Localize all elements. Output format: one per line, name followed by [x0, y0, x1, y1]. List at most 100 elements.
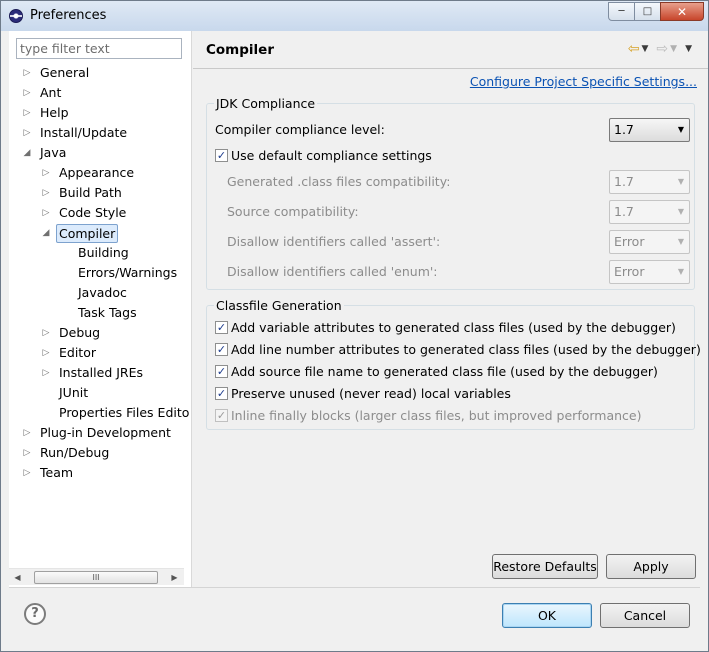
jdk-setting-label: Source compatibility: — [227, 204, 359, 219]
tree-item[interactable]: ▷ Install/Update — [9, 123, 192, 143]
classfile-option-checkbox[interactable]: ✓ — [215, 343, 228, 356]
jdk-setting-select[interactable]: Error ▼ — [609, 260, 690, 284]
classfile-option-checkbox[interactable]: ✓ — [215, 321, 228, 334]
classfile-option-label: Preserve unused (never read) local varia… — [231, 386, 511, 401]
tree-item[interactable]: ▷ Ant — [9, 83, 192, 103]
tree-item[interactable]: Task Tags — [9, 303, 192, 323]
tree-item-label: Debug — [59, 325, 101, 340]
classfile-option-label: Add line number attributes to generated … — [231, 342, 701, 357]
tree-item[interactable]: ▷ Debug — [9, 323, 192, 343]
compliance-level-select[interactable]: 1.7 ▼ — [609, 118, 690, 142]
tree-item[interactable]: ▷ Help — [9, 103, 192, 123]
use-default-label: Use default compliance settings — [231, 148, 432, 163]
tree-item[interactable]: Properties Files Edito — [9, 403, 192, 423]
collapsed-arrow-icon[interactable]: ▷ — [22, 463, 32, 483]
collapsed-arrow-icon[interactable]: ▷ — [41, 343, 51, 363]
maximize-button[interactable]: □ — [634, 2, 661, 21]
configure-project-settings-link[interactable]: Configure Project Specific Settings... — [470, 74, 697, 89]
classfile-option-label: Add source file name to generated class … — [231, 364, 658, 379]
cancel-button[interactable]: Cancel — [600, 603, 690, 628]
collapsed-arrow-icon[interactable]: ▷ — [22, 103, 32, 123]
collapsed-arrow-icon[interactable]: ▷ — [41, 163, 51, 183]
tree-item[interactable]: Errors/Warnings — [9, 263, 192, 283]
collapsed-arrow-icon[interactable]: ▷ — [22, 123, 32, 143]
scroll-left-icon[interactable]: ◀ — [9, 569, 26, 586]
help-icon[interactable]: ? — [24, 603, 46, 625]
filter-input[interactable] — [16, 38, 182, 59]
tree-item[interactable]: ◢ Compiler — [9, 223, 192, 243]
minimize-button[interactable]: ─ — [608, 2, 635, 21]
view-menu-icon[interactable]: ▼ — [685, 42, 692, 56]
collapsed-arrow-icon[interactable]: ▷ — [22, 83, 32, 103]
scrollbar-thumb[interactable]: III — [34, 571, 158, 584]
forward-dropdown-icon[interactable]: ▼ — [670, 42, 677, 56]
collapsed-arrow-icon[interactable]: ▷ — [41, 363, 51, 383]
tree-horizontal-scrollbar[interactable]: ◀ III ▶ — [9, 568, 184, 585]
close-button[interactable]: ✕ — [660, 2, 704, 21]
apply-button[interactable]: Apply — [606, 554, 696, 579]
tree-item[interactable]: JUnit — [9, 383, 192, 403]
tree-item[interactable]: ▷ Build Path — [9, 183, 192, 203]
jdk-setting-select[interactable]: 1.7 ▼ — [609, 170, 690, 194]
preferences-window: Preferences ─ □ ✕ ▷ General ▷ Ant ▷ Help ▷ Inst… — [0, 0, 709, 652]
forward-arrow-icon[interactable]: ⇨ — [656, 42, 668, 56]
ok-button[interactable]: OK — [502, 603, 592, 628]
jdk-setting-select[interactable]: Error ▼ — [609, 230, 690, 254]
expanded-arrow-icon[interactable]: ◢ — [41, 223, 51, 243]
tree-item-label: Install/Update — [40, 125, 128, 140]
preference-tree: ▷ General ▷ Ant ▷ Help ▷ Install/Update ◢ Java ▷ Ap… — [9, 63, 192, 567]
tree-item-label: Compiler — [56, 224, 119, 243]
classfile-option[interactable]: ✓ Add line number attributes to generated… — [215, 340, 701, 360]
collapsed-arrow-icon[interactable]: ▷ — [41, 203, 51, 223]
tree-item[interactable]: ▷ Code Style — [9, 203, 192, 223]
classfile-option[interactable]: ✓ Add source file name to generated class… — [215, 362, 685, 382]
footer-separator — [9, 587, 700, 588]
collapsed-arrow-icon[interactable]: ▷ — [41, 183, 51, 203]
classfile-option-checkbox[interactable]: ✓ — [215, 409, 228, 422]
tree-item-label: Run/Debug — [40, 445, 110, 460]
title-bar[interactable]: Preferences ─ □ ✕ — [1, 1, 708, 31]
scroll-right-icon[interactable]: ▶ — [166, 569, 183, 586]
restore-defaults-button[interactable]: Restore Defaults — [492, 554, 598, 579]
compliance-level-value: 1.7 — [614, 122, 634, 137]
collapsed-arrow-icon[interactable]: ▷ — [22, 423, 32, 443]
tree-item-label: Java — [40, 145, 67, 160]
use-default-compliance-option[interactable]: ✓ Use default compliance settings — [215, 146, 515, 166]
classfile-option-checkbox[interactable]: ✓ — [215, 387, 228, 400]
tree-item-label: Editor — [59, 345, 96, 360]
classfile-option[interactable]: ✓ Inline finally blocks (larger class fil… — [215, 406, 685, 426]
jdk-setting-label: Generated .class files compatibility: — [227, 174, 451, 189]
tree-item-label: Ant — [40, 85, 62, 100]
tree-item[interactable]: ▷ Appearance — [9, 163, 192, 183]
preference-tree-panel: ▷ General ▷ Ant ▷ Help ▷ Install/Update ◢ Java ▷ Ap… — [9, 31, 192, 587]
classfile-option-checkbox[interactable]: ✓ — [215, 365, 228, 378]
tree-item[interactable]: ▷ Installed JREs — [9, 363, 192, 383]
collapsed-arrow-icon[interactable]: ▷ — [41, 323, 51, 343]
tree-item[interactable]: ▷ Run/Debug — [9, 443, 192, 463]
classfile-option[interactable]: ✓ Preserve unused (never read) local vari… — [215, 384, 685, 404]
jdk-compliance-title: JDK Compliance — [214, 96, 318, 111]
tree-item[interactable]: ▷ General — [9, 63, 192, 83]
tree-item-label: Code Style — [59, 205, 127, 220]
tree-item[interactable]: Building — [9, 243, 192, 263]
jdk-setting-value: Error — [614, 234, 645, 249]
collapsed-arrow-icon[interactable]: ▷ — [22, 63, 32, 83]
expanded-arrow-icon[interactable]: ◢ — [22, 143, 32, 163]
tree-item[interactable]: Javadoc — [9, 283, 192, 303]
classfile-option-label: Inline finally blocks (larger class file… — [231, 408, 642, 423]
window-controls: ─ □ ✕ — [608, 2, 704, 21]
jdk-setting-value: Error — [614, 264, 645, 279]
collapsed-arrow-icon[interactable]: ▷ — [22, 443, 32, 463]
back-dropdown-icon[interactable]: ▼ — [642, 42, 649, 56]
tree-item-label: Javadoc — [78, 285, 127, 300]
tree-item[interactable]: ▷ Plug-in Development — [9, 423, 192, 443]
history-navigation: ⇦ ▼ ⇨ ▼ ▼ — [628, 42, 692, 56]
tree-item[interactable]: ▷ Team — [9, 463, 192, 483]
tree-item[interactable]: ◢ Java — [9, 143, 192, 163]
jdk-setting-select[interactable]: 1.7 ▼ — [609, 200, 690, 224]
classfile-option[interactable]: ✓ Add variable attributes to generated cl… — [215, 318, 685, 338]
back-arrow-icon[interactable]: ⇦ — [628, 42, 640, 56]
use-default-checkbox[interactable]: ✓ — [215, 149, 228, 162]
classfile-generation-group: Classfile Generation ✓ Add variable attri… — [206, 298, 701, 430]
tree-item[interactable]: ▷ Editor — [9, 343, 192, 363]
